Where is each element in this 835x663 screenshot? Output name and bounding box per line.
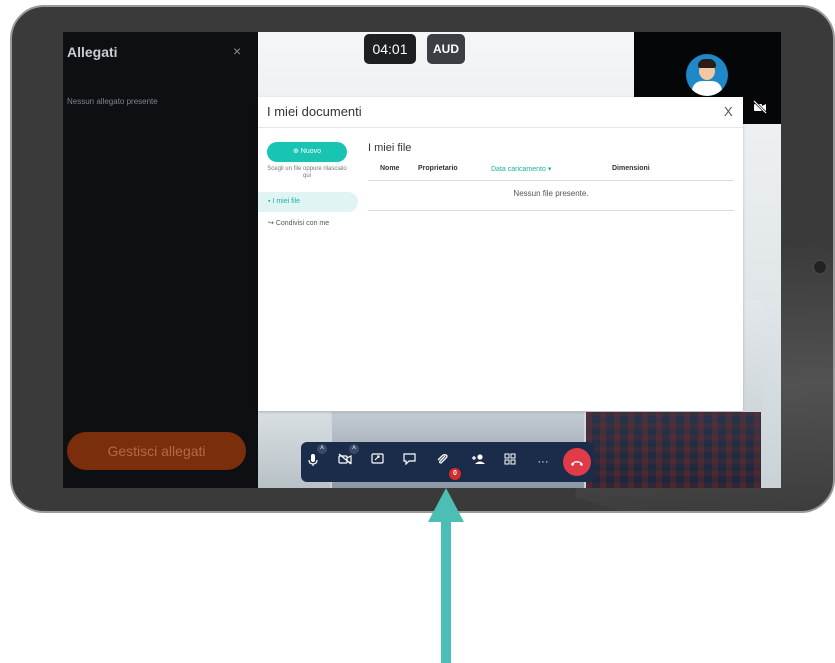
column-owner[interactable]: Proprietario: [418, 165, 458, 172]
camera-off-indicator-icon: [753, 100, 767, 114]
avatar-coat: [692, 81, 722, 96]
hangup-button[interactable]: [563, 448, 591, 476]
more-icon[interactable]: ···: [534, 453, 552, 471]
manage-attachments-button[interactable]: Gestisci allegati: [67, 432, 246, 470]
microphone-icon[interactable]: [304, 453, 322, 471]
plus-circle-icon: ⊕: [292, 148, 299, 155]
sidebar-close-icon[interactable]: ×: [233, 43, 241, 59]
video-call-screen: Allegati × Nessun allegato presente Gest…: [63, 32, 781, 488]
sort-down-icon: ▾: [547, 166, 552, 173]
call-timer: 04:01: [364, 34, 416, 64]
modal-title: I miei documenti: [267, 104, 362, 119]
tablet-camera: [812, 259, 828, 275]
audio-badge[interactable]: AUD: [427, 34, 465, 64]
nav-shared-with-me[interactable]: ↪ Condivisi con me: [258, 214, 358, 234]
table-divider: [368, 210, 734, 211]
table-divider: [368, 180, 734, 181]
column-upload-date[interactable]: Data caricamento ▾: [491, 165, 551, 173]
documents-modal: I miei documenti X ⊕ Nuovo Scegli un fil…: [258, 97, 743, 411]
share-icon: ↪: [268, 220, 274, 227]
attachment-count-badge: 0: [449, 468, 461, 480]
drop-hint[interactable]: Scegli un file oppure rilascialo qui: [267, 166, 347, 180]
files-empty-text: Nessun file presente.: [513, 189, 589, 198]
nav-shared-label: Condivisi con me: [275, 220, 330, 227]
nav-my-files[interactable]: ▪ I miei file: [258, 192, 358, 212]
participant-video: [586, 412, 761, 488]
avatar-hair: [698, 59, 716, 68]
column-size[interactable]: Dimensioni: [612, 165, 650, 172]
grid-icon[interactable]: [501, 453, 519, 471]
column-upload-date-label: Data caricamento: [491, 166, 546, 173]
pointer-arrow-shaft: [441, 520, 451, 663]
sidebar-empty-text: Nessun allegato presente: [67, 97, 158, 106]
attachments-sidebar: Allegati × Nessun allegato presente Gest…: [63, 32, 258, 488]
pointer-arrow-head: [428, 488, 464, 522]
add-participant-icon[interactable]: [469, 453, 487, 471]
share-screen-icon[interactable]: [368, 453, 386, 471]
participant-tile[interactable]: [745, 300, 763, 412]
modal-close-icon[interactable]: X: [724, 104, 733, 119]
participant-tile[interactable]: [586, 412, 761, 488]
new-file-label: Nuovo: [300, 148, 322, 155]
file-icon: ▪: [268, 198, 271, 205]
chat-icon[interactable]: [400, 453, 418, 471]
attachment-icon[interactable]: [434, 453, 452, 471]
hangup-icon: [571, 461, 583, 466]
files-section-title: I miei file: [368, 142, 412, 154]
sidebar-title: Allegati: [67, 44, 118, 60]
call-toolbar: ˄ ˄ 0 ···: [301, 442, 594, 482]
modal-header: I miei documenti X: [258, 97, 743, 128]
doctor-avatar: [686, 54, 728, 96]
column-name[interactable]: Nome: [380, 165, 399, 172]
nav-my-files-label: I miei file: [272, 198, 301, 205]
new-file-button[interactable]: ⊕ Nuovo: [267, 142, 347, 162]
camera-off-icon[interactable]: [336, 453, 354, 471]
